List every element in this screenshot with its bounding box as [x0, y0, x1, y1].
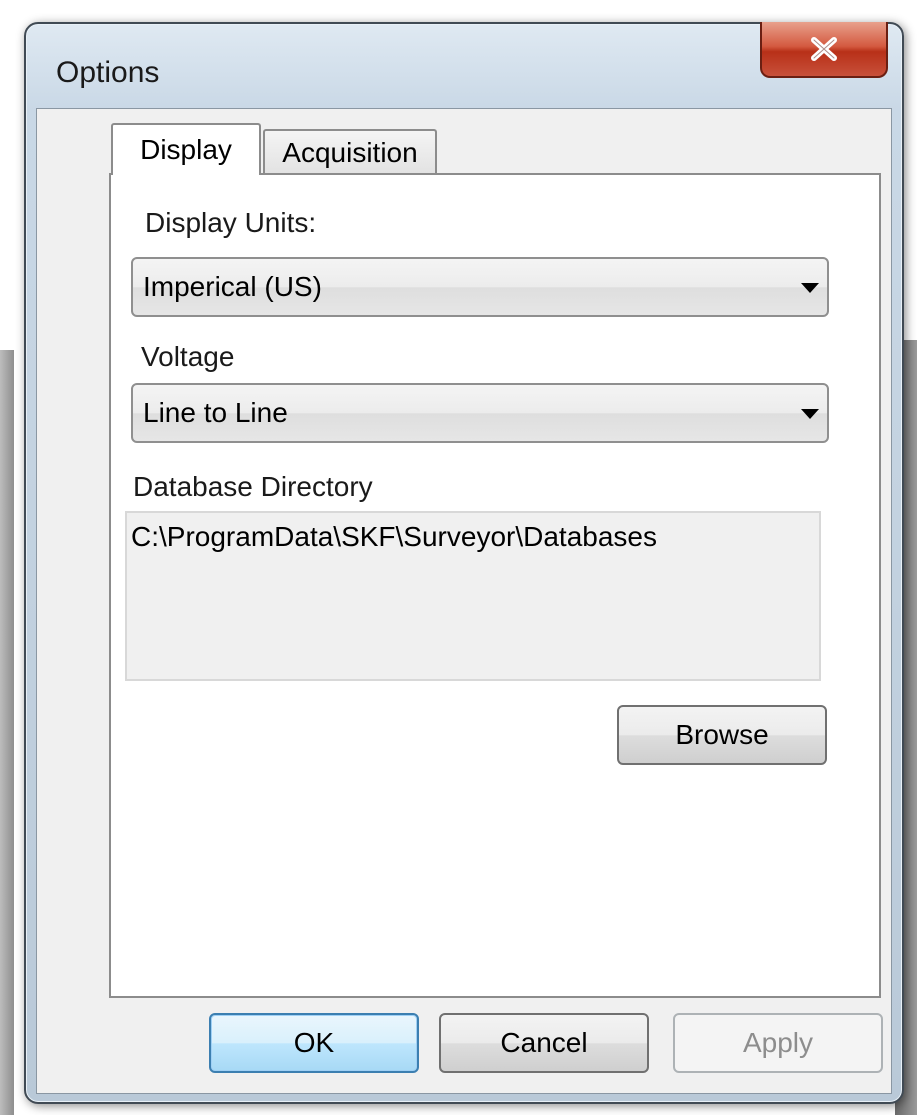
display-units-label: Display Units: [145, 207, 317, 238]
tab-acquisition[interactable]: Acquisition [263, 129, 437, 175]
display-tab-panel: Display Units: Imperical (US) Voltage Li… [109, 173, 881, 998]
window-title: Options [56, 56, 160, 89]
close-icon [811, 37, 837, 61]
options-dialog: Options Acquisition Display Display Unit… [24, 22, 904, 1104]
voltage-value: Line to Line [143, 397, 288, 428]
dialog-client-area: Acquisition Display Display Units: Imper… [36, 108, 892, 1094]
tab-display[interactable]: Display [111, 123, 261, 175]
database-directory-label: Database Directory [133, 471, 373, 502]
chevron-down-icon [801, 283, 819, 293]
chevron-down-icon [801, 409, 819, 419]
display-units-value: Imperical (US) [143, 271, 322, 302]
desktop-background-left [0, 350, 14, 1115]
close-button[interactable] [760, 22, 888, 78]
display-units-select[interactable]: Imperical (US) [131, 257, 829, 317]
voltage-label: Voltage [141, 341, 235, 372]
browse-button[interactable]: Browse [617, 705, 827, 765]
apply-button[interactable]: Apply [673, 1013, 883, 1073]
ok-button[interactable]: OK [209, 1013, 419, 1073]
database-directory-field[interactable]: C:\ProgramData\SKF\Surveyor\Databases [125, 511, 821, 681]
voltage-select[interactable]: Line to Line [131, 383, 829, 443]
cancel-button[interactable]: Cancel [439, 1013, 649, 1073]
